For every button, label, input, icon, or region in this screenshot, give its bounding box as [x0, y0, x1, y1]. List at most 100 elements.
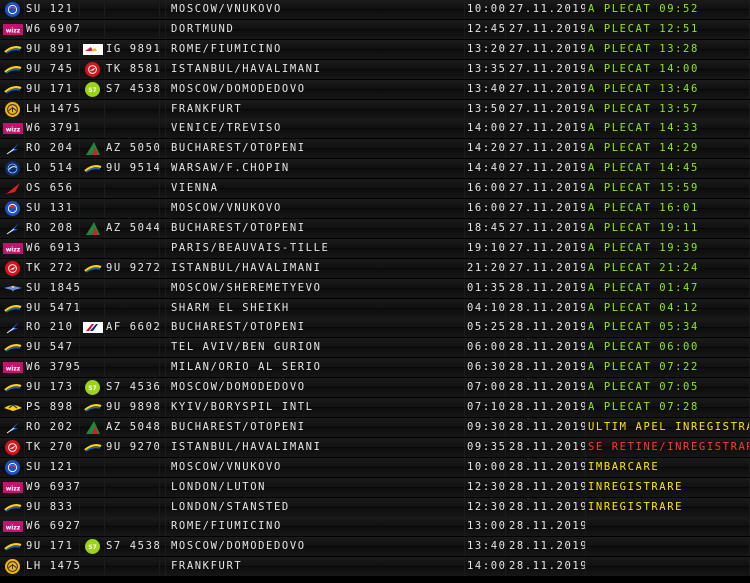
flight-row: PS 898 9U 9898 KYIV/BORYSPIL INTL 07:10 28.1…: [0, 398, 750, 417]
flight-status-text: A PLECAT 14:29: [588, 142, 699, 155]
codeshare-flight-number: [105, 477, 160, 497]
destination-text: ISTANBUL/HAVALIMANI: [171, 62, 322, 75]
destination-text: KYIV/BORYSPIL INTL: [171, 401, 314, 413]
scheduled-time: 12:45: [465, 19, 506, 39]
scheduled-time-text: 05:25: [467, 321, 506, 334]
destination-text: VENICE/TREVISO: [171, 122, 282, 135]
flight-number: W6 6913: [25, 238, 80, 258]
destination-text: BUCHAREST/OTOPENI: [171, 221, 306, 234]
flight-status-text: A PLECAT 07:22: [588, 361, 699, 374]
scheduled-time-text: 12:30: [467, 500, 506, 513]
iberia-logo-icon: [83, 42, 103, 57]
codeshare-logo-cell: S7: [80, 537, 105, 557]
wizz-air-icon: wizz: [3, 519, 23, 534]
tarom-swoosh-icon: [3, 380, 23, 395]
flight-row: SU 131 MOSCOW/VNUKOVO 16:00 27.11.2019 A PLE…: [0, 199, 750, 218]
flight-date-text: 27.11.2019: [509, 22, 586, 35]
scheduled-time: 10:00: [465, 457, 506, 477]
destination-text: MOSCOW/DOMODEDOVO: [171, 82, 306, 95]
scheduled-time-text: 07:00: [467, 381, 506, 394]
scheduled-time: 04:10: [465, 298, 506, 318]
flight-date-text: 28.11.2019: [509, 281, 586, 294]
destination: MOSCOW/SHEREMETYEVO: [166, 278, 465, 298]
destination-text: PARIS/BEAUVAIS-TILLE: [171, 241, 330, 254]
codeshare-logo-cell: [80, 358, 105, 378]
flight-date-text: 28.11.2019: [509, 361, 586, 374]
codeshare-flight-number: [105, 298, 160, 318]
destination: MOSCOW/DOMODEDOVO: [166, 537, 465, 557]
flight-date: 28.11.2019: [506, 457, 586, 477]
flight-status: A PLECAT 07:28: [586, 398, 750, 417]
codeshare-logo-cell: [80, 517, 105, 537]
svg-text:wizz: wizz: [6, 127, 21, 134]
flight-number-text: LH 1475: [26, 102, 80, 115]
airline-logo-cell: [0, 338, 25, 358]
flight-number-text: W6 3791: [26, 122, 80, 135]
destination-text: BUCHAREST/OTOPENI: [171, 420, 306, 433]
flight-date-text: 27.11.2019: [509, 241, 586, 254]
flight-date: 27.11.2019: [506, 139, 586, 159]
flight-date-text: 27.11.2019: [509, 62, 586, 75]
lot-crane-icon: [5, 161, 20, 177]
codeshare-flight-number: AZ 5044: [105, 218, 160, 238]
flight-number-text: RO 210: [26, 321, 74, 334]
destination: WARSAW/F.CHOPIN: [166, 159, 465, 179]
destination: MILAN/ORIO AL SERIO: [166, 358, 465, 378]
codeshare-flight-number-text: AZ 5050: [106, 142, 160, 155]
flight-date: 28.11.2019: [506, 537, 586, 557]
scheduled-time-text: 13:00: [467, 520, 506, 533]
svg-text:wizz: wizz: [6, 246, 21, 253]
flight-status: A PLECAT 09:52: [586, 0, 750, 19]
flight-row: 9U 171 S7 S7 4538 MOSCOW/DOMODEDOVO 13:40 28.…: [0, 537, 750, 557]
flight-number-text: RO 204: [26, 142, 74, 155]
codeshare-logo-cell: [80, 258, 105, 278]
codeshare-flight-number-text: S7 4538: [106, 82, 160, 95]
flight-row: wizz W6 6913 PARIS/BEAUVAIS-TILLE 19:10 27.1…: [0, 238, 750, 258]
scheduled-time-text: 18:45: [467, 221, 506, 234]
tarom-swoosh-icon: [3, 62, 23, 77]
destination-text: FRANKFURT: [171, 560, 243, 573]
airline-logo-cell: wizz: [0, 238, 25, 258]
flight-number-text: 9U 5471: [26, 301, 80, 314]
scheduled-time-text: 13:20: [467, 42, 506, 55]
destination: SHARM EL SHEIKH: [166, 298, 465, 318]
scheduled-time-text: 04:10: [467, 301, 506, 314]
flight-date: 28.11.2019: [506, 477, 586, 497]
flight-row: 9U 173 S7 S7 4536 MOSCOW/DOMODEDOVO 07:00 28.…: [0, 378, 750, 398]
flight-status-text: A PLECAT 09:52: [588, 3, 699, 15]
scheduled-time-text: 07:10: [467, 401, 506, 413]
flight-date: 27.11.2019: [506, 119, 586, 139]
flight-date: 28.11.2019: [506, 338, 586, 358]
flight-status: A PLECAT 21:24: [586, 258, 750, 278]
svg-text:S7: S7: [88, 544, 97, 551]
destination: BUCHAREST/OTOPENI: [166, 318, 465, 338]
flight-date-text: 27.11.2019: [509, 82, 586, 95]
scheduled-time: 16:00: [465, 179, 506, 199]
wizz-air-icon: wizz: [3, 241, 23, 256]
alitalia-icon: [83, 420, 103, 435]
flight-date-text: 28.11.2019: [509, 420, 586, 433]
destination: MOSCOW/VNUKOVO: [166, 457, 465, 477]
flight-date: 28.11.2019: [506, 298, 586, 318]
codeshare-flight-number: [105, 179, 160, 199]
airline-logo-cell: [0, 497, 25, 517]
flight-number: LH 1475: [25, 557, 80, 577]
codeshare-logo-cell: S7: [80, 378, 105, 398]
flight-status-text: A PLECAT 13:57: [588, 102, 699, 115]
flight-status: A PLECAT 13:57: [586, 99, 750, 119]
codeshare-flight-number: [105, 99, 160, 119]
flight-row: RO 208 AZ 5044 BUCHAREST/OTOPENI 18:45 27.11…: [0, 218, 750, 238]
flight-date: 28.11.2019: [506, 417, 586, 437]
airline-logo-cell: [0, 0, 25, 19]
flight-status-text: A PLECAT 16:01: [588, 202, 699, 214]
codeshare-logo-cell: [80, 437, 105, 457]
flight-row: 9U 171 S7 S7 4538 MOSCOW/DOMODEDOVO 13:40 27.…: [0, 79, 750, 99]
codeshare-logo-cell: [80, 39, 105, 59]
scheduled-time-text: 09:30: [467, 420, 506, 433]
flight-date-text: 27.11.2019: [509, 162, 586, 175]
flight-number: W6 3795: [25, 358, 80, 378]
codeshare-logo-cell: [80, 318, 105, 338]
flight-date-text: 27.11.2019: [509, 202, 586, 214]
airline-logo-cell: wizz: [0, 477, 25, 497]
codeshare-flight-number-text: AF 6602: [106, 321, 160, 334]
